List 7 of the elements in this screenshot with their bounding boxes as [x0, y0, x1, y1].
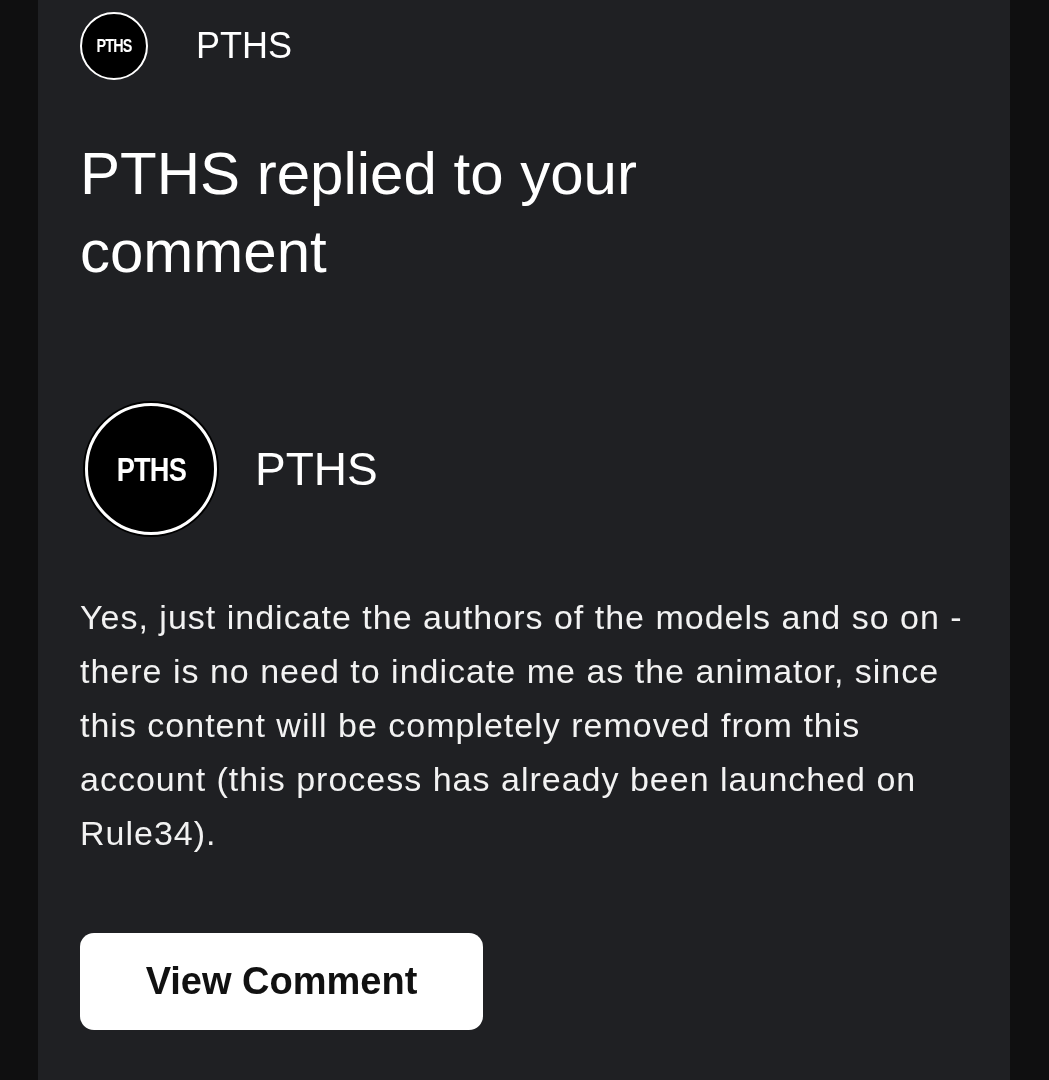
notification-title: PTHS replied to your comment	[80, 139, 638, 287]
logo: PTHS	[80, 12, 148, 80]
sender-name: PTHS	[196, 25, 292, 67]
author-name: PTHS	[255, 442, 378, 496]
comment-text: Yes, just indicate the authors of the models and so on - there is no need to indicate me as the animator, since this content will be completely removed from this account (this process has already been launched on Rule34).	[80, 597, 964, 854]
view-comment-button[interactable]: View Comment	[80, 933, 483, 1030]
avatar: PTHS	[85, 403, 217, 535]
